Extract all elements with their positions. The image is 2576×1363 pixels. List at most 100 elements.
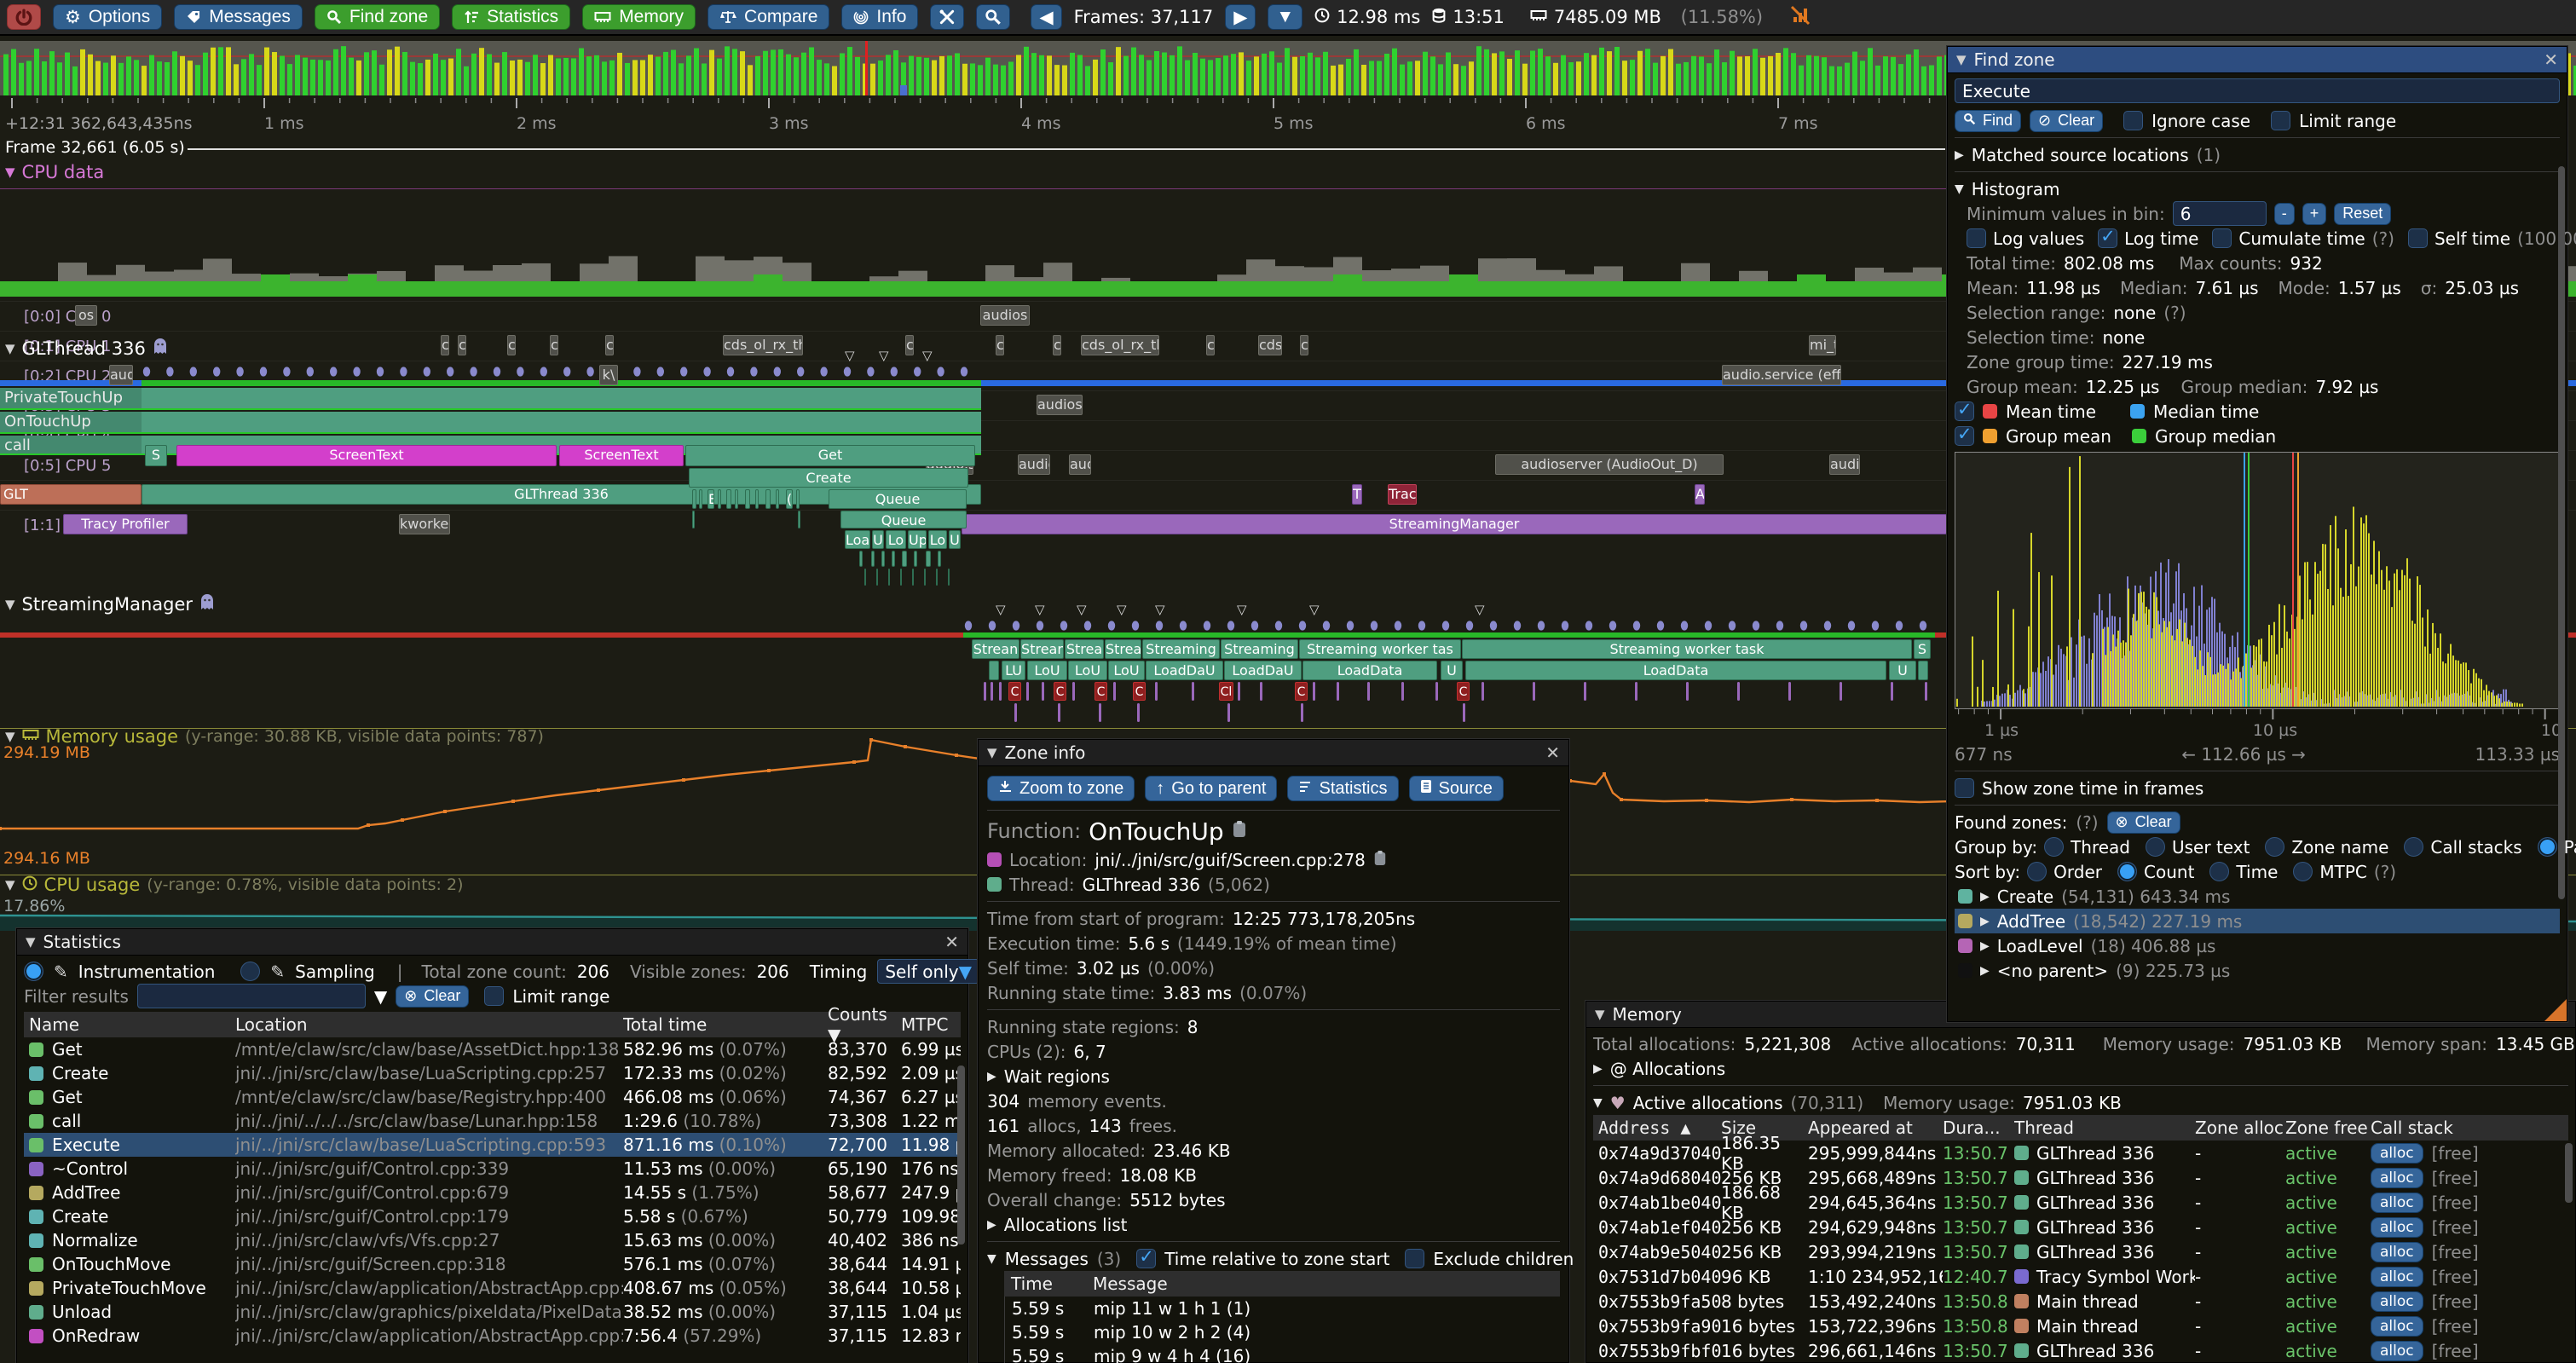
timeline-zone[interactable]: c [458, 335, 466, 355]
info-button[interactable]: Info [841, 4, 918, 30]
timeline-zone[interactable] [991, 682, 993, 701]
timeline-zone[interactable]: audioserver (AudioOut_D) [1495, 454, 1724, 475]
timeline-zone[interactable] [1481, 682, 1484, 701]
timing-select[interactable]: Self only▼ [877, 959, 979, 984]
wait-regions-expander[interactable]: ▶Wait regions [987, 1064, 1560, 1089]
timeline-zone[interactable]: LoU [1068, 661, 1107, 680]
zone-marker-icon[interactable]: ▽ [879, 348, 889, 363]
memory-button[interactable]: Memory [582, 4, 696, 30]
time-relative-checkbox[interactable] [1136, 1249, 1156, 1268]
statistics-row[interactable]: Execute jni/../jni/src/claw/base/LuaScri… [24, 1133, 961, 1157]
timeline-zone[interactable] [699, 489, 702, 509]
timeline-zone[interactable]: Streaming worker task [1462, 639, 1912, 659]
timeline-zone[interactable]: U [1889, 661, 1916, 680]
timeline-zone[interactable] [936, 569, 938, 586]
go-to-parent-button[interactable]: ↑Go to parent [1145, 776, 1277, 801]
active-allocations-expander[interactable]: ▼♥Active allocations(70,311)Memory usage… [1593, 1090, 2568, 1115]
matched-locations-expander[interactable]: ▶Matched source locations(1) [1955, 142, 2560, 167]
statistics-row[interactable]: AddTree jni/../jni/src/guif/Control.cpp:… [24, 1181, 961, 1204]
timeline-zone[interactable]: T [1352, 484, 1362, 505]
timeline-zone[interactable] [900, 569, 902, 586]
zone-marker-icon[interactable]: ▽ [1117, 602, 1127, 617]
timeline-zone[interactable]: LoadData [1302, 661, 1437, 680]
timeline-zone[interactable]: Up [908, 530, 927, 549]
timeline-zone[interactable]: Create [689, 468, 968, 488]
timeline-zone[interactable] [1227, 703, 1230, 722]
find-zone-histogram[interactable] [1955, 452, 2562, 709]
timeline-zone[interactable]: audio.service (effect) [1722, 365, 1841, 385]
timeline-zone[interactable] [924, 569, 926, 586]
timeline-zone[interactable]: Cl [1219, 682, 1233, 701]
zone-marker-icon[interactable]: ▽ [1155, 602, 1165, 617]
timeline-zone[interactable] [726, 489, 731, 509]
timeline-zone[interactable] [1635, 682, 1637, 701]
timeline-zone[interactable]: Trac [1388, 484, 1417, 505]
reset-button[interactable]: Reset [2334, 203, 2391, 225]
radio-count[interactable] [2117, 862, 2137, 881]
timeline-zone[interactable]: cds_ [1258, 335, 1282, 355]
allocations-list-expander[interactable]: ▶Allocations list [987, 1212, 1560, 1237]
timeline-zone[interactable] [984, 682, 986, 701]
col-duration[interactable]: Dura... [1943, 1118, 2014, 1138]
timeline-zone[interactable] [1435, 682, 1438, 701]
zone-marker-icon[interactable]: ▽ [1077, 602, 1087, 617]
timeline-zone[interactable]: c [441, 335, 449, 355]
limit-range-checkbox[interactable] [484, 986, 504, 1006]
timeline-zone[interactable] [1840, 682, 1842, 701]
power-button[interactable] [7, 4, 41, 30]
timeline-zone[interactable]: Strea [1065, 639, 1104, 659]
timeline-zone[interactable] [876, 569, 878, 586]
alloc-callstack-button[interactable]: alloc [2371, 1168, 2423, 1188]
exclude-children-checkbox[interactable] [1405, 1249, 1424, 1268]
timeline-zone[interactable] [1113, 682, 1116, 701]
clear-button[interactable]: ⊘Clear [2030, 110, 2103, 132]
close-icon[interactable]: ✕ [2544, 49, 2558, 70]
alloc-callstack-button[interactable]: alloc [2371, 1267, 2423, 1287]
timeline-zone[interactable]: Streaming [1221, 639, 1298, 659]
cpu-data-header[interactable]: ▼CPU data [5, 162, 104, 182]
statistics-row[interactable]: Create jni/../jni/src/claw/base/LuaScrip… [24, 1061, 961, 1085]
col-thread[interactable]: Thread [2014, 1118, 2195, 1138]
timeline-zone[interactable] [735, 489, 738, 509]
timeline-zone[interactable]: S [1914, 639, 1931, 659]
show-zone-time-checkbox[interactable] [1955, 778, 1974, 798]
clipboard-icon[interactable] [1232, 820, 1247, 842]
timeline-zone[interactable] [912, 569, 914, 586]
statistics-row[interactable]: Get /mnt/e/claw/src/claw/base/AssetDict.… [24, 1037, 961, 1061]
col-message[interactable]: Message [1093, 1273, 1168, 1294]
timeline-zone[interactable] [692, 511, 695, 528]
close-icon[interactable]: ✕ [944, 932, 959, 952]
allocation-row[interactable]: 0x7553b9fa90 16 bytes 153,722,396ns 13:5… [1593, 1314, 2568, 1338]
timeline-zone[interactable] [1137, 703, 1140, 722]
timeline-zone[interactable] [989, 661, 999, 680]
timeline-zone[interactable] [1918, 661, 1928, 680]
timeline-zone[interactable]: LoadDaU [1146, 661, 1223, 680]
options-button[interactable]: ⚙Options [53, 4, 162, 30]
log-values-checkbox[interactable] [1967, 228, 1986, 248]
timeline-zone[interactable] [776, 489, 779, 509]
timeline-zone[interactable] [1925, 682, 1927, 701]
find-zone-query-input[interactable]: Execute [1955, 78, 2560, 103]
cumulate-time-checkbox[interactable] [2212, 228, 2232, 248]
timeline-zone[interactable]: cds_ol_rx_threa [1081, 335, 1159, 355]
timeline-zone[interactable]: k\ [599, 365, 618, 385]
clear-filter-button[interactable]: ⊗Clear [396, 985, 469, 1008]
timeline-zone[interactable]: LoU [1027, 661, 1067, 680]
histogram-expander[interactable]: ▼Histogram [1955, 176, 2560, 201]
alloc-callstack-button[interactable]: alloc [2371, 1143, 2423, 1164]
timeline-zone[interactable] [1891, 682, 1893, 701]
timeline-zone[interactable] [1026, 682, 1029, 701]
zone-statistics-button[interactable]: Statistics [1287, 776, 1398, 801]
timeline-zone[interactable] [948, 569, 950, 586]
glthread-stack-row[interactable]: OnTouchUp [0, 412, 981, 434]
frame-dropdown-button[interactable]: ▼ [1268, 4, 1302, 30]
timeline-zone[interactable] [745, 489, 750, 509]
timeline-zone[interactable]: U [872, 530, 884, 549]
statistics-row[interactable]: ~Control jni/../jni/src/guif/Control.cpp… [24, 1157, 961, 1181]
timeline-zone[interactable] [888, 569, 890, 586]
frame-info-label[interactable]: Frame 32,661 (6.05 s) [5, 138, 185, 157]
statistics-row[interactable]: PrivateTouchMove jni/../jni/src/claw/app… [24, 1276, 961, 1300]
timeline-zone[interactable]: c [905, 335, 914, 355]
zone-marker-icon[interactable]: ▽ [922, 348, 933, 363]
timeline-zone[interactable]: C [1008, 682, 1021, 701]
